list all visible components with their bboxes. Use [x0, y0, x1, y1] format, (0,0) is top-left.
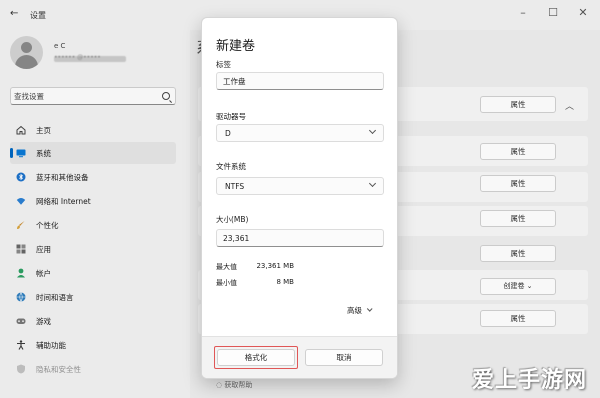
file-system-label: 文件系统 — [216, 162, 246, 171]
wifi-icon — [16, 198, 26, 205]
get-help-link[interactable]: ◌ 获取帮助 — [216, 380, 252, 390]
advanced-label: 高级 — [347, 306, 362, 315]
properties-button[interactable]: 属性 — [480, 143, 556, 160]
new-volume-dialog: 新建卷 标签 驱动器号 D 文件系统 NTFS 大小(MB) 最大值 23,36… — [201, 17, 398, 379]
max-size-value: 23,361 MB — [256, 262, 294, 270]
avatar-head — [21, 42, 32, 53]
user-email: •••••• @••••• — [54, 54, 126, 62]
shield-icon — [17, 364, 25, 374]
drive-letter-select[interactable]: D — [216, 124, 384, 142]
label-field-label: 标签 — [216, 60, 231, 69]
size-field[interactable] — [216, 229, 384, 247]
size-label: 大小(MB) — [216, 215, 249, 224]
sidebar-item-label: 游戏 — [36, 317, 51, 326]
watermark: 爱上手游网 — [472, 368, 588, 393]
sidebar-item-label: 隐私和安全性 — [36, 365, 81, 374]
gamepad-icon — [16, 318, 26, 324]
search-icon[interactable] — [162, 92, 170, 100]
cancel-button[interactable]: 取消 — [305, 349, 383, 366]
sidebar-item-home[interactable]: 主页 — [10, 119, 176, 141]
arrow-left-icon[interactable]: ← — [10, 9, 20, 19]
sidebar-item-label: 系统 — [36, 149, 51, 158]
bluetooth-icon — [16, 172, 26, 182]
size-input[interactable] — [223, 233, 373, 244]
sidebar-item-accessibility[interactable]: 辅助功能 — [10, 334, 176, 356]
apps-icon — [16, 244, 26, 254]
properties-button[interactable]: 属性 — [480, 310, 556, 327]
format-button[interactable]: 格式化 — [217, 349, 295, 366]
sidebar-item-label: 应用 — [36, 245, 51, 254]
label-input[interactable] — [223, 76, 373, 87]
sidebar-item-label: 主页 — [36, 126, 51, 135]
chevron-up-icon[interactable]: ︿ — [565, 99, 574, 112]
help-icon: ◌ — [216, 381, 223, 389]
sidebar-item-label: 个性化 — [36, 221, 59, 230]
sidebar-item-gaming[interactable]: 游戏 — [10, 310, 176, 332]
sidebar-item-bluetooth[interactable]: 蓝牙和其他设备 — [10, 166, 176, 188]
advanced-toggle[interactable]: 高级 — [347, 305, 373, 316]
accessibility-icon — [17, 340, 25, 350]
maximize-icon[interactable]: ☐ — [543, 4, 563, 22]
sidebar-item-personalization[interactable]: 个性化 — [10, 214, 176, 236]
user-name: e C — [54, 42, 66, 50]
sidebar-item-label: 蓝牙和其他设备 — [36, 173, 89, 182]
dialog-footer: 格式化 取消 — [202, 336, 397, 378]
chevron-down-icon — [366, 306, 373, 312]
chevron-down-icon — [368, 126, 377, 135]
sidebar: e C •••••• @••••• 主页 系统 蓝牙和其他设备 网络和 Inte… — [0, 30, 190, 398]
dialog-title: 新建卷 — [216, 39, 256, 54]
sidebar-item-label: 辅助功能 — [36, 341, 66, 350]
user-email-text: •••••• @••••• — [54, 54, 101, 61]
home-icon — [16, 125, 26, 135]
properties-button[interactable]: 属性 — [480, 175, 556, 192]
globe-icon — [16, 292, 26, 302]
file-system-value: NTFS — [225, 182, 245, 191]
window-title: 设置 — [30, 11, 46, 20]
avatar[interactable] — [10, 36, 43, 69]
search-box[interactable] — [10, 87, 176, 105]
sidebar-item-network[interactable]: 网络和 Internet — [10, 190, 176, 212]
sidebar-item-label: 时间和语言 — [36, 293, 74, 302]
properties-button[interactable]: 属性 — [480, 210, 556, 227]
create-volume-label: 创建卷 — [503, 282, 525, 290]
sidebar-item-privacy[interactable]: 隐私和安全性 — [10, 358, 176, 380]
brush-icon — [17, 221, 25, 229]
min-size-value: 8 MB — [276, 278, 294, 286]
properties-button[interactable]: 属性 — [480, 96, 556, 113]
sidebar-item-time-language[interactable]: 时间和语言 — [10, 286, 176, 308]
avatar-body — [15, 55, 38, 69]
drive-letter-value: D — [225, 129, 231, 138]
sidebar-item-label: 网络和 Internet — [36, 197, 91, 206]
create-volume-button[interactable]: 创建卷 ⌄ — [480, 278, 556, 295]
sidebar-item-accounts[interactable]: 帐户 — [10, 262, 176, 284]
close-icon[interactable]: ✕ — [573, 4, 593, 22]
sidebar-item-apps[interactable]: 应用 — [10, 238, 176, 260]
sidebar-item-system[interactable]: 系统 — [10, 142, 176, 164]
properties-button[interactable]: 属性 — [480, 245, 556, 262]
system-icon — [16, 149, 26, 158]
chevron-down-icon — [368, 179, 377, 188]
get-help-label: 获取帮助 — [224, 381, 253, 389]
minimize-icon[interactable]: – — [513, 4, 533, 22]
sidebar-item-label: 帐户 — [36, 269, 51, 278]
label-field[interactable] — [216, 72, 384, 90]
search-input[interactable] — [14, 90, 154, 102]
account-icon — [17, 268, 25, 278]
min-size-label: 最小值 — [216, 279, 237, 287]
selection-indicator — [10, 148, 13, 158]
file-system-select[interactable]: NTFS — [216, 177, 384, 195]
max-size-label: 最大值 — [216, 263, 237, 271]
drive-letter-label: 驱动器号 — [216, 112, 246, 121]
